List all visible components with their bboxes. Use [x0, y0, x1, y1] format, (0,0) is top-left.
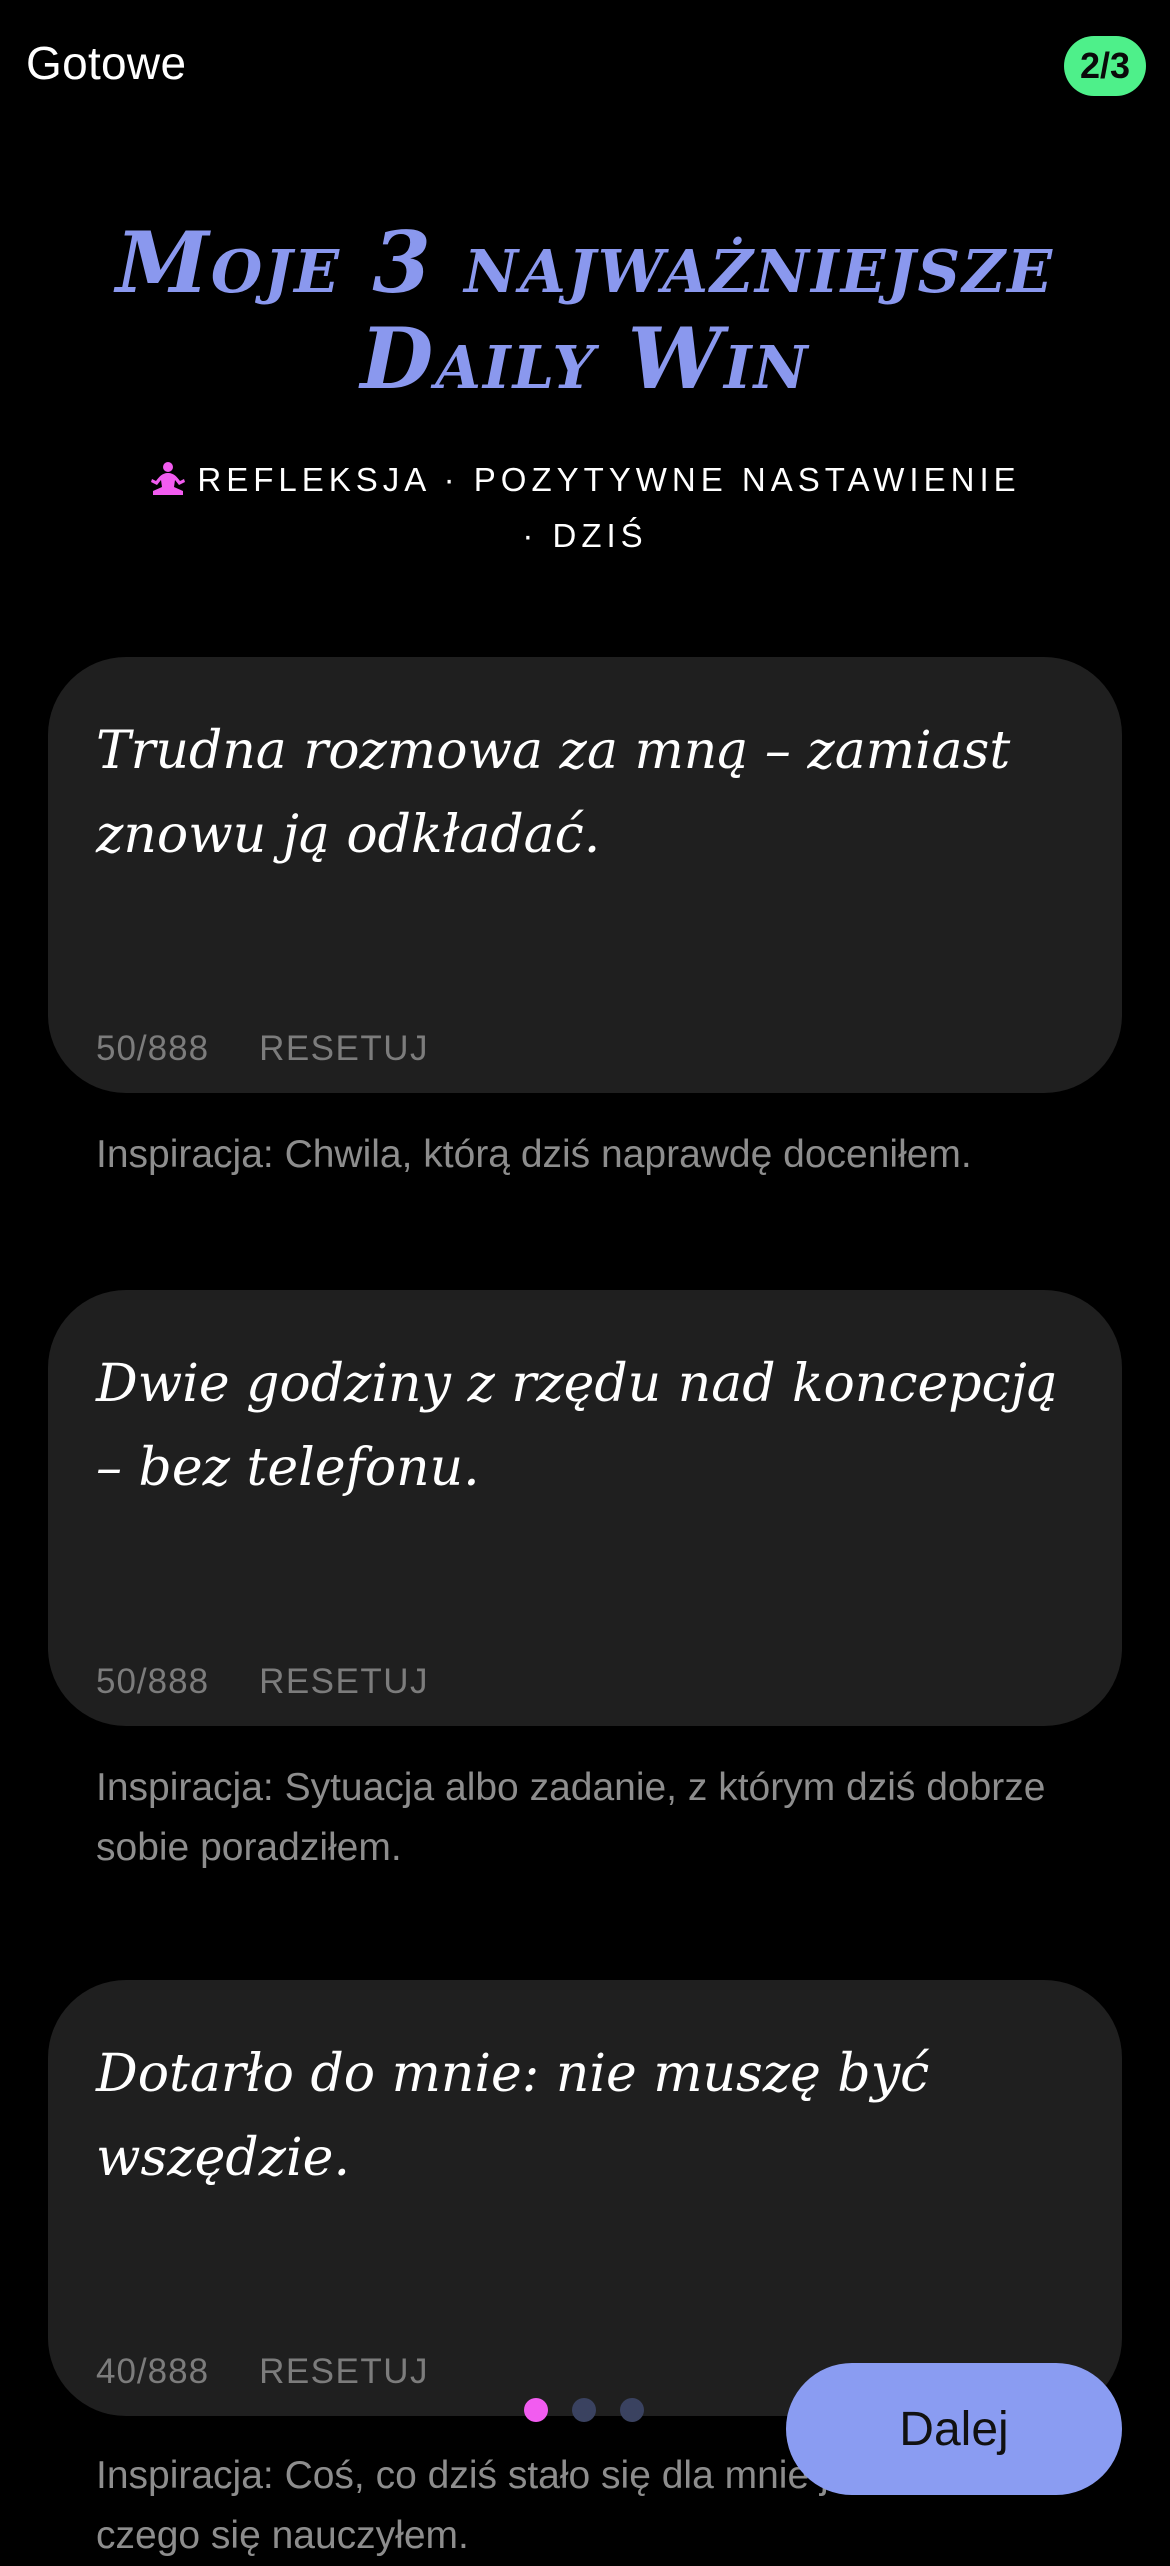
win-card-1[interactable]: Trudna rozmowa za mną – zamiast znowu ją…: [48, 657, 1122, 1093]
character-count: 50/888: [96, 1662, 210, 1701]
step-badge: 2/3: [1064, 36, 1146, 96]
meditation-icon: [149, 461, 187, 511]
reset-button[interactable]: RESETUJ: [259, 2352, 429, 2392]
reset-button[interactable]: RESETUJ: [259, 1662, 429, 1702]
page-dot-1[interactable]: [524, 2398, 548, 2422]
character-count: 40/888: [96, 2352, 210, 2391]
page-indicator: [524, 2398, 644, 2422]
win-text-3[interactable]: Dotarło do mnie: nie muszę być wszędzie.: [96, 2032, 1076, 2200]
page-title-line-2: Daily Win: [360, 309, 810, 408]
page-dot-2[interactable]: [572, 2398, 596, 2422]
card-footer: 40/888 RESETUJ: [96, 2352, 429, 2392]
card-footer: 50/888 RESETUJ: [96, 1029, 429, 1069]
page-dot-3[interactable]: [620, 2398, 644, 2422]
top-bar: Gotowe 2/3: [0, 0, 1170, 130]
character-count: 50/888: [96, 1029, 210, 1068]
reset-button[interactable]: RESETUJ: [259, 1029, 429, 1069]
next-button[interactable]: Dalej: [786, 2363, 1122, 2495]
page-title-line-1: Moje 3 najważniejsze: [115, 213, 1055, 312]
win-card-3[interactable]: Dotarło do mnie: nie muszę być wszędzie.…: [48, 1980, 1122, 2416]
win-text-1[interactable]: Trudna rozmowa za mną – zamiast znowu ją…: [96, 709, 1076, 877]
page-subtitle: REFLEKSJA · POZYTYWNE NASTAWIENIE · DZIŚ: [140, 455, 1030, 561]
page-title: Moje 3 najważniejsze Daily Win: [60, 215, 1110, 407]
inspiration-hint-2: Inspiracja: Sytuacja albo zadanie, z któ…: [96, 1766, 1046, 1869]
inspiration-hint-1: Inspiracja: Chwila, którą dziś naprawdę …: [96, 1133, 972, 1176]
subtitle-text: REFLEKSJA · POZYTYWNE NASTAWIENIE · DZIŚ: [197, 461, 1021, 554]
win-text-2[interactable]: Dwie godziny z rzędu nad koncepcją – bez…: [96, 1342, 1076, 1510]
win-card-2[interactable]: Dwie godziny z rzędu nad koncepcją – bez…: [48, 1290, 1122, 1726]
done-button[interactable]: Gotowe: [26, 36, 186, 90]
card-footer: 50/888 RESETUJ: [96, 1662, 429, 1702]
